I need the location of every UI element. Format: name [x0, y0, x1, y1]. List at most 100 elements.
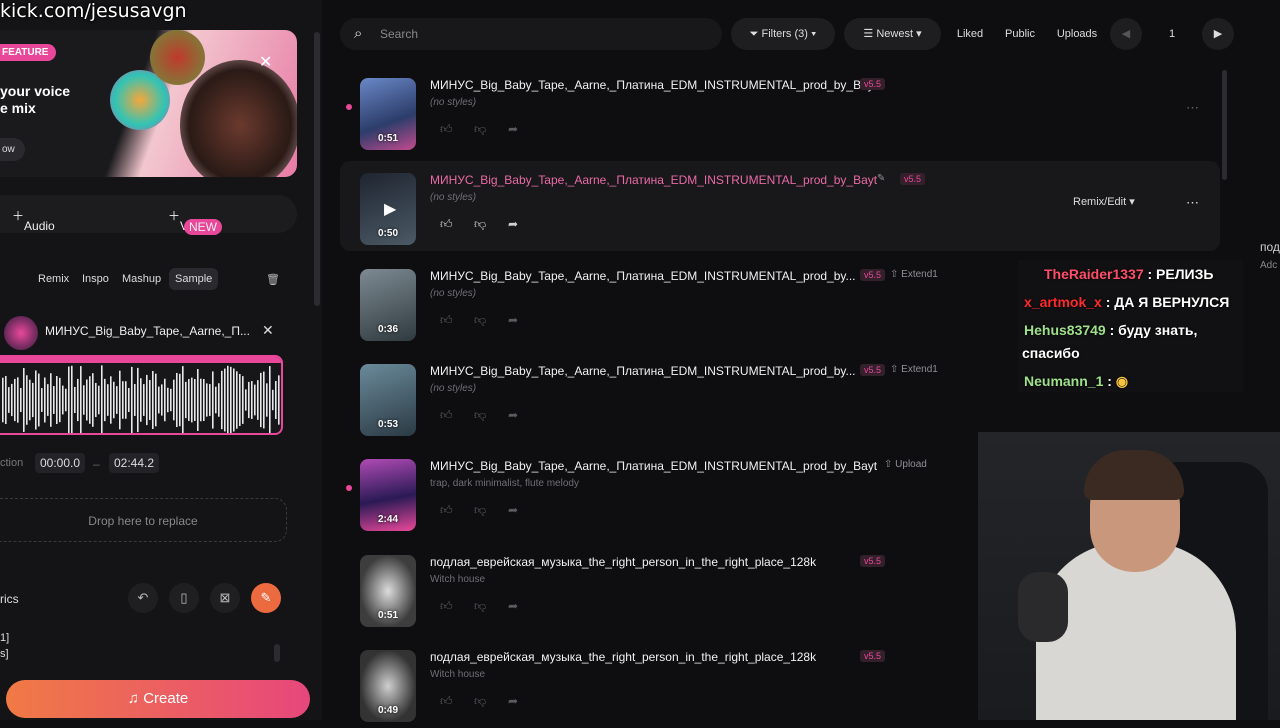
tab-inspo[interactable]: Inspo	[76, 268, 115, 290]
dislike-icon[interactable]: 👎︎	[474, 122, 486, 137]
emote-icon: ◉	[1115, 373, 1129, 389]
song-thumbnail[interactable]: 2:44	[360, 459, 416, 531]
close-icon[interactable]: ✕	[259, 52, 272, 72]
tab-mashup[interactable]: Mashup	[116, 268, 167, 290]
like-icon[interactable]: 👍︎	[440, 503, 453, 518]
waveform-bar	[86, 379, 88, 421]
stream-chat-overlay: TheRaider1337 : РЕЛИЗЬ x_artmok_x : ДА Я…	[1018, 260, 1243, 392]
share-icon[interactable]: ➦	[508, 599, 518, 613]
like-icon[interactable]: 👍︎	[440, 599, 453, 614]
dislike-icon[interactable]: 👎︎	[474, 694, 486, 709]
song-duration: 0:53	[377, 419, 398, 430]
magic-wand-icon[interactable]: ✎	[251, 583, 281, 613]
song-title[interactable]: подлая_еврейская_музыка_the_right_person…	[430, 555, 816, 569]
song-thumbnail[interactable]: 0:51	[360, 78, 416, 150]
song-actions: 👍︎ 👎︎ ➦	[440, 599, 540, 617]
trash-icon[interactable]: 🗑	[260, 268, 286, 291]
banner-cta-button[interactable]: ow	[0, 138, 25, 161]
song-thumbnail[interactable]: 0:36	[360, 269, 416, 341]
add-voice-button[interactable]: ＋ VoiceNEW	[168, 207, 223, 235]
bookmark-icon[interactable]: ▯	[169, 583, 199, 613]
create-panel: FEATURE your voice e mix ow ✕ ＋ Audio ＋ …	[0, 0, 322, 720]
song-thumbnail[interactable]: 0:51	[360, 555, 416, 627]
person-hair	[1084, 450, 1184, 500]
play-icon[interactable]: ▶	[384, 199, 396, 219]
waveform-bar	[80, 366, 82, 433]
clear-icon[interactable]: ⊠	[210, 583, 240, 613]
panel-scrollbar[interactable]	[314, 32, 320, 306]
section-start-input[interactable]: 00:00.0	[35, 453, 86, 473]
drop-zone[interactable]: Drop here to replace	[0, 498, 287, 542]
chat-user-1: TheRaider1337	[1044, 266, 1144, 282]
waveform-bar	[29, 379, 31, 421]
page-number[interactable]: 1	[1148, 18, 1196, 50]
section-dash: –	[93, 457, 100, 471]
song-thumbnail[interactable]: 0:49	[360, 650, 416, 722]
song-title[interactable]: МИНУС_Big_Baby_Tape,_Aarne,_Платина_EDM_…	[430, 364, 856, 378]
liked-filter[interactable]: Liked	[949, 18, 991, 50]
feature-banner[interactable]: FEATURE your voice e mix ow ✕	[0, 30, 297, 177]
song-title[interactable]: подлая_еврейская_музыка_the_right_person…	[430, 650, 816, 664]
song-title[interactable]: МИНУС_Big_Baby_Tape,_Aarne,_Платина_EDM_…	[430, 269, 856, 283]
waveform-bar	[71, 365, 73, 433]
section-end-input[interactable]: 02:44.2	[109, 453, 160, 473]
like-icon[interactable]: 👍︎	[440, 217, 453, 232]
remix-edit-button[interactable]: Remix/Edit ▾	[1073, 195, 1135, 208]
dislike-icon[interactable]: 👎︎	[474, 503, 486, 518]
song-title[interactable]: МИНУС_Big_Baby_Tape,_Aarne,_Платина_EDM_…	[430, 459, 877, 473]
undo-icon[interactable]: ↶	[128, 583, 158, 613]
share-icon[interactable]: ➦	[508, 122, 518, 136]
share-icon[interactable]: ➦	[508, 503, 518, 517]
list-scrollbar[interactable]	[1222, 70, 1227, 180]
dislike-icon[interactable]: 👎︎	[474, 599, 486, 614]
lyrics-scrollbar[interactable]	[274, 644, 280, 662]
prev-page-icon[interactable]: ◀	[1110, 18, 1142, 50]
version-tag: v5.5	[860, 364, 886, 376]
dislike-icon[interactable]: 👎︎	[474, 408, 486, 423]
waveform-bar	[200, 378, 202, 422]
search-input[interactable]: Search	[380, 27, 418, 41]
sort-button[interactable]: ☰ Newest ▾	[844, 18, 941, 50]
like-icon[interactable]: 👍︎	[440, 122, 453, 137]
lyrics-line-2[interactable]: s]	[0, 648, 9, 660]
extend-tag: ⇧ Extend1	[890, 269, 938, 280]
more-options-icon[interactable]: ⋯	[1186, 100, 1199, 116]
tab-remix[interactable]: Remix	[32, 268, 75, 290]
add-audio-button[interactable]: ＋ Audio	[12, 207, 55, 233]
song-actions: 👍︎ 👎︎ ➦	[440, 694, 540, 712]
like-icon[interactable]: 👍︎	[440, 408, 453, 423]
next-page-icon[interactable]: ▶	[1202, 18, 1234, 50]
dislike-icon[interactable]: 👎︎	[474, 217, 486, 232]
waveform-bar	[218, 383, 220, 417]
search-bar[interactable]: ⌕ Search	[340, 18, 722, 50]
waveform-bar	[182, 366, 184, 433]
remove-track-icon[interactable]: ✕	[262, 322, 274, 339]
create-button[interactable]: ♫ Create	[6, 680, 310, 718]
share-icon[interactable]: ➦	[508, 217, 518, 231]
song-actions: 👍︎ 👎︎ ➦	[440, 122, 540, 140]
song-row[interactable]: 0:51 МИНУС_Big_Baby_Tape,_Aarne,_Платина_…	[340, 66, 1220, 156]
share-icon[interactable]: ➦	[508, 694, 518, 708]
lyrics-label: rics	[0, 592, 19, 606]
filters-button[interactable]: ⏷ Filters (3) ▾	[731, 18, 835, 50]
song-title[interactable]: МИНУС_Big_Baby_Tape,_Aarne,_Платина_EDM_…	[430, 78, 877, 92]
song-row[interactable]: 0:50 МИНУС_Big_Baby_Tape,_Aarne,_Платина_…	[340, 161, 1220, 251]
source-track-title: МИНУС_Big_Baby_Tape,_Aarne,_П...	[45, 324, 250, 338]
song-thumbnail[interactable]: 0:53	[360, 364, 416, 436]
tab-sample[interactable]: Sample	[169, 268, 219, 290]
song-duration: 0:36	[377, 324, 398, 335]
like-icon[interactable]: 👍︎	[440, 694, 453, 709]
waveform-bar	[104, 378, 106, 422]
more-options-icon[interactable]: ⋯	[1186, 195, 1199, 211]
waveform-editor[interactable]	[0, 355, 283, 435]
dislike-icon[interactable]: 👎︎	[474, 313, 486, 328]
version-tag: v5.5	[860, 650, 886, 662]
share-icon[interactable]: ➦	[508, 408, 518, 422]
share-icon[interactable]: ➦	[508, 313, 518, 327]
public-filter[interactable]: Public	[997, 18, 1043, 50]
like-icon[interactable]: 👍︎	[440, 313, 453, 328]
edit-icon[interactable]: ✎	[877, 173, 885, 184]
lyrics-line-1[interactable]: 1]	[0, 632, 9, 644]
uploads-filter[interactable]: Uploads	[1050, 18, 1104, 50]
song-title[interactable]: МИНУС_Big_Baby_Tape,_Aarne,_Платина_EDM_…	[430, 173, 877, 187]
